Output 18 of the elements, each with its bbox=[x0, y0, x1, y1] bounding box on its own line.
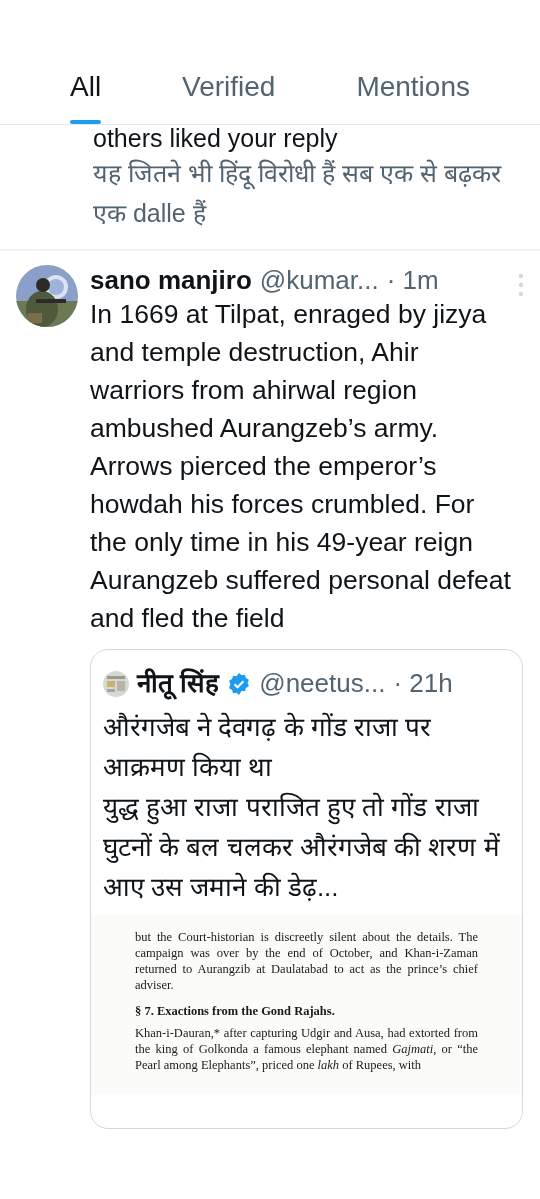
display-name[interactable]: sano manjiro bbox=[90, 265, 252, 295]
quote-text: औरंगजेब ने देवगढ़ के गोंड राजा पर आक्रमण किया था bbox=[103, 711, 433, 784]
timestamp: · 21h bbox=[393, 667, 453, 700]
post-text: In 1669 at Tilpat, enraged by jizya and temple destruction, Ahir warriors from ahirwal region ambushed Aurangzeb’s army. Arrows pierced the emperor’s howdah his forces crumbled. For the only time in his 49-year reign Aurangzeb suffered personal defeat and fled the field bbox=[90, 298, 512, 635]
reply-text: यह जितने भी हिंदू विरोधी हैं सब एक से बढ़कर एक dalle हैं bbox=[93, 158, 503, 229]
tab[interactable]: Verified bbox=[182, 66, 276, 124]
document-paragraph: Khan-i-Dauran,* after capturing Udgir and Ausa, had extorted from the king of Golkonda a famous elephant named Gajmati, or “the Pearl among Elephants”, priced one lakh of Rupees, with bbox=[135, 1025, 478, 1073]
document-paragraph: but the Court-historian is discreetly silent about the details. The campaign was over by the end of October, and Khan-i-Zaman returned to Aurangzib at Daulatabad to act as the prince’s chief adviser. bbox=[135, 929, 478, 993]
tab[interactable]: All bbox=[70, 66, 102, 124]
more-icon[interactable] bbox=[518, 273, 524, 297]
document-heading: § 7. Exactions from the Gond Rajahs. bbox=[135, 1003, 336, 1019]
notification-text: others liked your reply bbox=[93, 123, 339, 153]
display-name[interactable]: नीतू सिंह bbox=[137, 664, 220, 703]
timestamp: · 1m bbox=[386, 265, 439, 295]
tab[interactable]: Mentions bbox=[356, 66, 470, 124]
quote-text: युद्ध हुआ राजा पराजित हुए तो गोंड राजा घुटनों के बल चलकर औरंगजेब की शरण में आए उस जमाने की डेढ़... bbox=[103, 791, 501, 904]
handle: @neetus... bbox=[259, 667, 386, 700]
handle: @kumar... bbox=[259, 265, 379, 295]
